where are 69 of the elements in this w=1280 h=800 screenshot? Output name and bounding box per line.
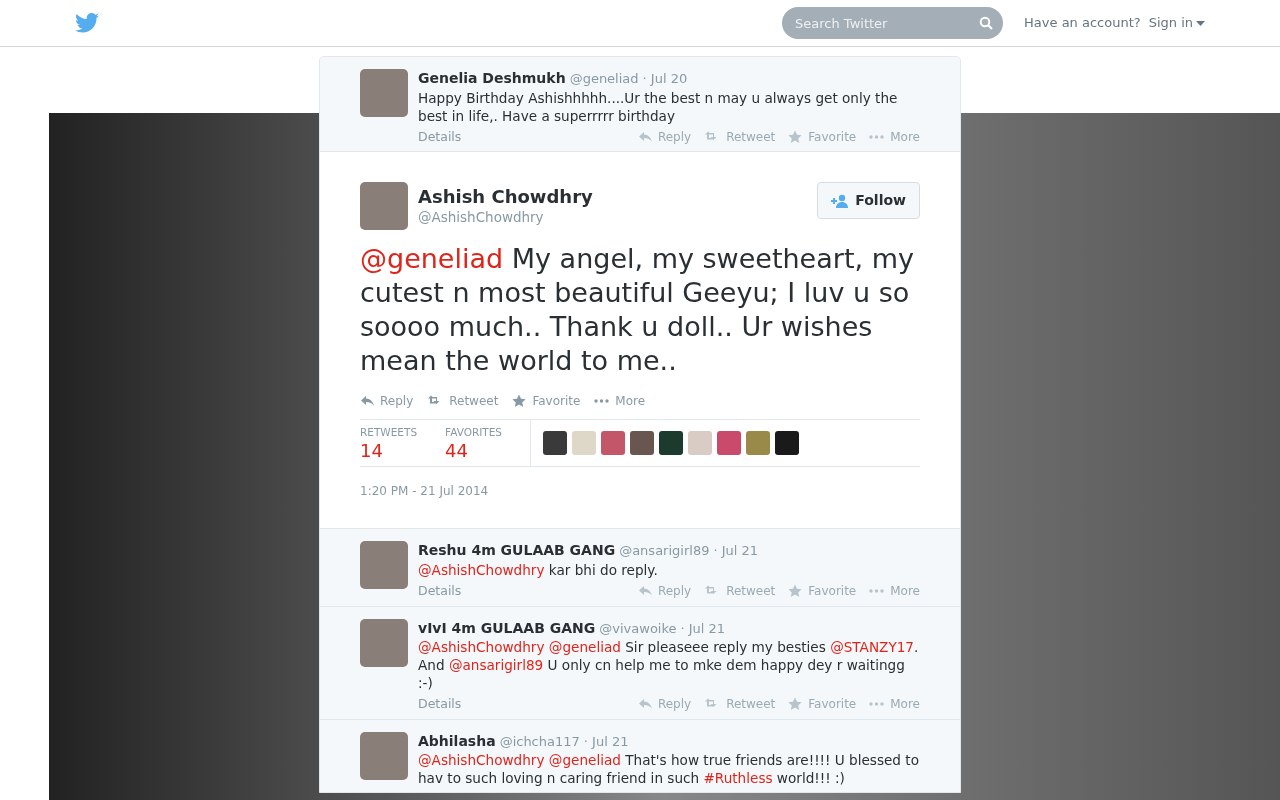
avatar-photo[interactable] bbox=[630, 431, 655, 456]
mention-link[interactable]: @geneliad bbox=[360, 243, 504, 275]
tweet-date[interactable]: · Jul 20 bbox=[642, 69, 688, 89]
user-name[interactable]: vIvI 4m GULAAB GANG bbox=[418, 618, 596, 637]
user-handle[interactable]: @ansarigirl89 bbox=[619, 541, 710, 561]
reply-action[interactable]: Reply bbox=[637, 127, 692, 146]
reply-action[interactable]: Reply bbox=[637, 695, 692, 714]
stat-count[interactable]: 14 bbox=[360, 439, 418, 464]
user-handle[interactable]: @AshishChowdhry bbox=[418, 208, 593, 227]
mention-link[interactable]: @AshishChowdhry bbox=[418, 561, 545, 578]
tweet-text: @AshishChowdhry @geneliad Sir pleaseee reply my besties @STANZY17. And @ansarigirl89 U only cn help me to mke dem happy dey r waitingg :-) bbox=[418, 638, 920, 692]
reply-arrow-icon bbox=[637, 129, 652, 144]
user-handle[interactable]: @vivawoike bbox=[599, 618, 677, 638]
user-name[interactable]: Genelia Deshmukh bbox=[418, 69, 566, 87]
mention-link[interactable]: @geneliad bbox=[548, 752, 621, 769]
details-link[interactable]: Details bbox=[418, 581, 462, 601]
tweet-text: @geneliad My angel, my sweetheart, my cutest n most beautiful Geeyu; I luv u so soooo much.. Thank u doll.. Ur wishes mean the world to me.. bbox=[360, 242, 915, 379]
avatar-photo[interactable] bbox=[775, 431, 800, 456]
details-link[interactable]: Details bbox=[418, 695, 462, 714]
search-field[interactable]: Search Twitter bbox=[782, 7, 1004, 39]
star-icon bbox=[788, 697, 803, 712]
star-icon bbox=[788, 129, 803, 144]
user-name[interactable]: Reshu 4m GULAAB GANG bbox=[418, 541, 616, 560]
mention-link[interactable]: @ansarigirl89 bbox=[448, 657, 544, 673]
more-action[interactable]: More bbox=[869, 695, 920, 714]
favorite-action[interactable]: Favorite bbox=[788, 695, 857, 714]
retweet-action[interactable]: Retweet bbox=[704, 127, 776, 146]
tweet-text: @AshishChowdhry kar bhi do reply. bbox=[418, 560, 659, 579]
favorite-action[interactable]: Favorite bbox=[512, 392, 581, 411]
retweet-action[interactable]: Retweet bbox=[704, 695, 776, 714]
tweet-text: Happy Birthday Ashishhhhh....Ur the best n may u always get only the best in life,. Have a superrrrr birthday bbox=[418, 88, 899, 125]
hashtag-link[interactable]: #Ruthless bbox=[703, 770, 773, 787]
tweet-timestamp[interactable]: 1:20 PM - 21 Jul 2014 bbox=[360, 482, 920, 501]
reply-action[interactable]: Reply bbox=[637, 582, 692, 601]
more-action[interactable]: More bbox=[869, 127, 920, 146]
more-action[interactable]: More bbox=[594, 392, 646, 411]
mention-link[interactable]: @AshishChowdhry bbox=[418, 639, 545, 655]
search-icon[interactable] bbox=[979, 16, 994, 30]
follow-button[interactable]: Follow bbox=[817, 182, 920, 220]
avatar-photo[interactable] bbox=[543, 431, 568, 456]
tweet-date[interactable]: · Jul 21 bbox=[680, 618, 726, 638]
account-prompt: Have an account? bbox=[1024, 14, 1141, 33]
user-handle[interactable]: @ichcha117 bbox=[499, 731, 580, 752]
favorite-action[interactable]: Favorite bbox=[788, 127, 857, 146]
reply-action[interactable]: Reply bbox=[360, 392, 414, 411]
bird-logo-icon[interactable] bbox=[75, 13, 99, 33]
details-link[interactable]: Details bbox=[418, 127, 462, 147]
retweet-action[interactable]: Retweet bbox=[427, 392, 499, 411]
tweet-date[interactable]: · Jul 21 bbox=[583, 731, 629, 752]
more-action[interactable]: More bbox=[869, 582, 920, 601]
user-name[interactable]: Abhilasha bbox=[418, 731, 496, 750]
stat-label: FAVORITES bbox=[445, 426, 503, 440]
user-handle[interactable]: @geneliad bbox=[569, 69, 639, 89]
user-name[interactable]: Ashish Chowdhry bbox=[418, 186, 593, 209]
mention-link[interactable]: @geneliad bbox=[548, 639, 621, 655]
avatar-photo[interactable] bbox=[659, 431, 684, 456]
stat-count[interactable]: 44 bbox=[445, 439, 503, 464]
star-icon bbox=[512, 394, 527, 409]
mention-link[interactable]: @AshishChowdhry bbox=[418, 752, 545, 769]
stat-label: RETWEETS bbox=[360, 426, 418, 440]
tweet-date[interactable]: · Jul 21 bbox=[713, 541, 759, 561]
add-person-icon bbox=[831, 193, 850, 208]
tweet-text: @AshishChowdhry @geneliad That's how true friends are!!!! U blessed to hav to such loving n caring friend in such #Ruthless world!!! :) bbox=[418, 751, 920, 788]
caret-icon bbox=[1196, 20, 1205, 26]
mention-link[interactable]: @STANZY17 bbox=[830, 639, 914, 655]
sign-in-link[interactable]: Sign in bbox=[1148, 13, 1205, 33]
star-icon bbox=[788, 584, 803, 599]
favorite-action[interactable]: Favorite bbox=[788, 582, 857, 601]
retweet-action[interactable]: Retweet bbox=[704, 582, 776, 601]
